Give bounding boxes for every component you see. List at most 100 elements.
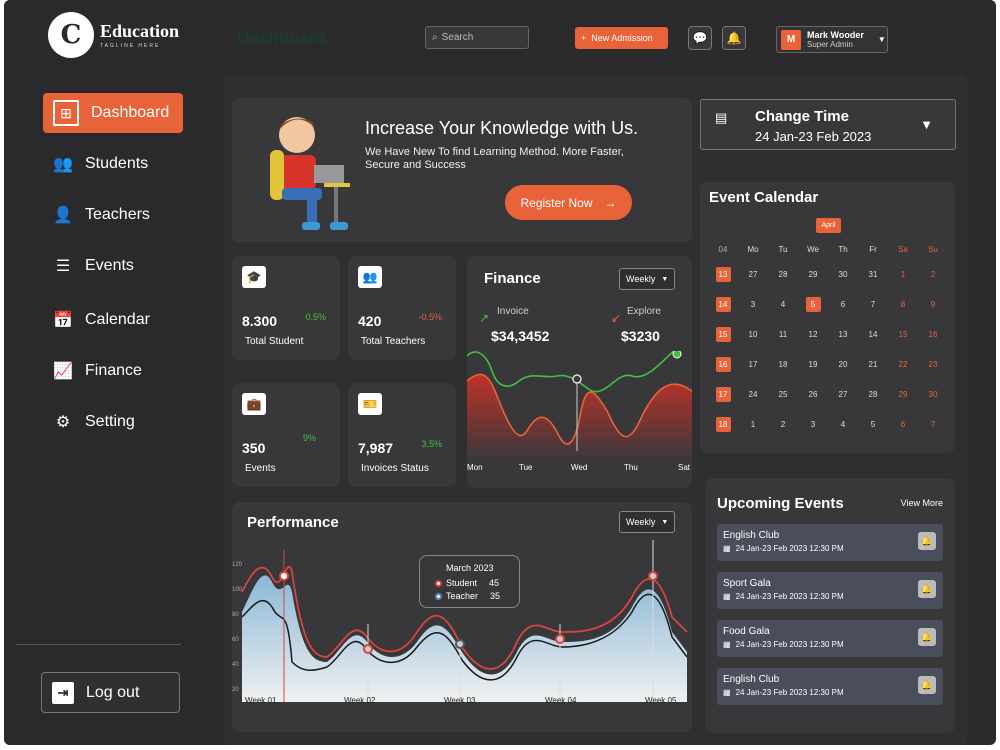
calendar-week-row: 16 17 18 19 20 21 22 23	[708, 349, 948, 379]
calendar-day[interactable]: 20	[828, 360, 858, 369]
change-time-range: 24 Jan-23 Feb 2023	[755, 129, 872, 144]
calendar-day[interactable]: 9	[918, 300, 948, 309]
event-item[interactable]: English Club ▦ 24 Jan-23 Feb 2023 12:30 P…	[717, 524, 943, 561]
calendar-day[interactable]: 24	[738, 390, 768, 399]
performance-title: Performance	[247, 514, 339, 531]
view-more-link[interactable]: View More	[901, 498, 943, 508]
calendar-day[interactable]: 30	[828, 270, 858, 279]
calendar-day[interactable]: 18	[768, 360, 798, 369]
calendar-day[interactable]: 10	[738, 330, 768, 339]
invoice-label: Invoice	[497, 306, 529, 317]
search-input[interactable]: ⌕ Search	[425, 26, 529, 49]
calendar-day[interactable]: 1	[888, 270, 918, 279]
register-now-button[interactable]: Register Now →	[505, 185, 632, 220]
calendar-day[interactable]: 4	[828, 420, 858, 429]
sidebar-item-calendar[interactable]: 📅 Calendar	[43, 300, 183, 340]
sidebar-item-dashboard[interactable]: ⊞ Dashboard	[43, 93, 183, 133]
calendar-day-header: Fr	[869, 244, 877, 254]
sidebar-item-students[interactable]: 👥 Students	[43, 144, 183, 184]
event-date: 24 Jan-23 Feb 2023 12:30 PM	[735, 640, 844, 649]
notifications-button[interactable]: 🔔	[722, 26, 746, 50]
invoice-value: $34,3452	[491, 328, 550, 344]
event-item[interactable]: Food Gala ▦ 24 Jan-23 Feb 2023 12:30 PM 🔔	[717, 620, 943, 657]
calendar-day[interactable]: 23	[918, 360, 948, 369]
calendar-day[interactable]: 3	[798, 420, 828, 429]
calendar-day-selected[interactable]: 5	[805, 296, 821, 312]
calendar-day[interactable]: 27	[738, 270, 768, 279]
calendar-day[interactable]: 25	[768, 390, 798, 399]
calendar-day[interactable]: 8	[888, 300, 918, 309]
event-calendar-card: Event Calendar April 04 Mo Tu We Th Fr S…	[700, 181, 955, 453]
calendar-day[interactable]: 1	[738, 420, 768, 429]
week-number: 18	[715, 416, 731, 432]
calendar-day[interactable]: 17	[738, 360, 768, 369]
sidebar-divider	[16, 644, 181, 645]
search-placeholder: Search	[441, 32, 474, 43]
logout-button[interactable]: ⇥ Log out	[41, 672, 180, 713]
new-admission-label: New Admission	[591, 33, 653, 43]
new-admission-button[interactable]: + New Admission	[575, 27, 668, 49]
dashboard-icon: ⊞	[53, 100, 79, 126]
profile-menu[interactable]: M Mark Wooder Super Admin ▼	[776, 26, 888, 53]
sidebar-item-events[interactable]: ☰ Events	[43, 246, 183, 286]
sidebar-item-finance[interactable]: 📈 Finance	[43, 351, 183, 391]
sidebar-item-label: Students	[85, 155, 149, 172]
calendar-day-header: Mo	[747, 244, 759, 254]
messages-button[interactable]: 💬	[688, 26, 712, 50]
calendar-day[interactable]: 12	[798, 330, 828, 339]
performance-period-value: Weekly	[626, 517, 656, 527]
event-item[interactable]: Sport Gala ▦ 24 Jan-23 Feb 2023 12:30 PM …	[717, 572, 943, 609]
calendar-day[interactable]: 7	[858, 300, 888, 309]
calendar-day[interactable]: 29	[798, 270, 828, 279]
performance-period-select[interactable]: Weekly ▼	[619, 511, 676, 533]
stat-change: -0.5%	[418, 312, 442, 322]
calendar-day[interactable]: 26	[798, 390, 828, 399]
stat-card-students: 🎓 8.300 0.5% Total Student	[232, 256, 340, 360]
calendar-day[interactable]: 13	[828, 330, 858, 339]
calendar-header-row: 04 Mo Tu We Th Fr Sa Su	[708, 239, 948, 259]
sidebar-item-teachers[interactable]: 👤 Teachers	[43, 195, 183, 235]
event-item[interactable]: English Club ▦ 24 Jan-23 Feb 2023 12:30 P…	[717, 668, 943, 705]
change-time-label: Change Time	[755, 108, 849, 125]
calendar-day[interactable]: 15	[888, 330, 918, 339]
finance-day-label: Thu	[624, 463, 638, 472]
teachers-icon: 👤	[53, 207, 73, 224]
bell-icon[interactable]: 🔔	[918, 676, 936, 694]
calendar-day[interactable]: 7	[918, 420, 948, 429]
sidebar-item-label: Calendar	[85, 311, 150, 328]
sidebar-item-label: Teachers	[85, 206, 150, 223]
profile-name: Mark Wooder	[807, 30, 864, 40]
search-icon: ⌕	[432, 32, 438, 43]
calendar-day[interactable]: 2	[918, 270, 948, 279]
calendar-day[interactable]: 30	[918, 390, 948, 399]
calendar-day[interactable]: 21	[858, 360, 888, 369]
stat-label: Total Teachers	[361, 336, 426, 347]
calendar-day[interactable]: 2	[768, 420, 798, 429]
week-number: 16	[715, 356, 731, 372]
calendar-day[interactable]: 29	[888, 390, 918, 399]
calendar-day[interactable]: 5	[858, 420, 888, 429]
bell-icon[interactable]: 🔔	[918, 532, 936, 550]
calendar-day[interactable]: 6	[828, 300, 858, 309]
calendar-day[interactable]: 19	[798, 360, 828, 369]
performance-tooltip: March 2023 Student 45 Teacher 35	[419, 555, 520, 608]
calendar-month-badge[interactable]: April	[816, 218, 841, 233]
calendar-day[interactable]: 31	[858, 270, 888, 279]
calendar-day[interactable]: 11	[768, 330, 798, 339]
calendar-day[interactable]: 6	[888, 420, 918, 429]
calendar-day[interactable]: 4	[768, 300, 798, 309]
event-date: 24 Jan-23 Feb 2023 12:30 PM	[735, 688, 844, 697]
finance-period-select[interactable]: Weekly ▼	[619, 268, 676, 290]
calendar-day[interactable]: 14	[858, 330, 888, 339]
calendar-day[interactable]: 28	[768, 270, 798, 279]
calendar-day[interactable]: 22	[888, 360, 918, 369]
bell-icon[interactable]: 🔔	[918, 628, 936, 646]
change-time-selector[interactable]: ▤ Change Time 24 Jan-23 Feb 2023 ▼	[700, 99, 956, 150]
bell-icon[interactable]: 🔔	[918, 580, 936, 598]
finance-day-label: Wed	[571, 463, 588, 472]
calendar-day[interactable]: 3	[738, 300, 768, 309]
calendar-day[interactable]: 28	[858, 390, 888, 399]
sidebar-item-setting[interactable]: ⚙ Setting	[43, 402, 183, 442]
calendar-day[interactable]: 16	[918, 330, 948, 339]
calendar-day[interactable]: 27	[828, 390, 858, 399]
